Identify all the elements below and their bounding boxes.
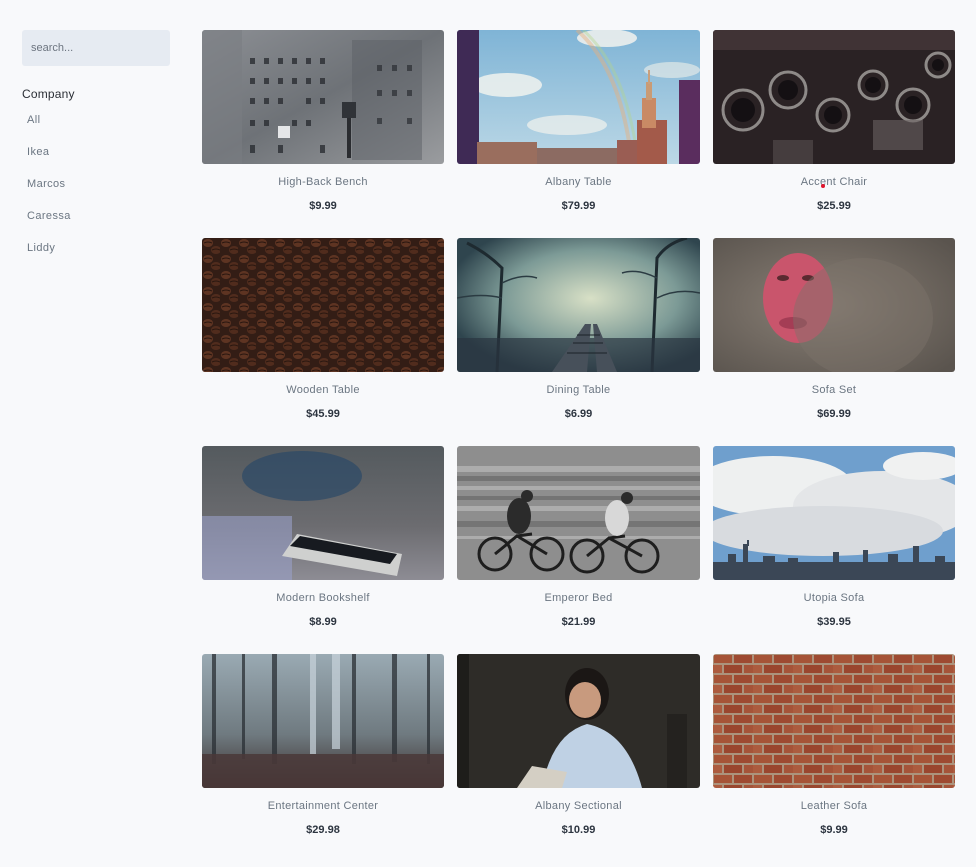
- product-name: Dining Table: [546, 384, 611, 396]
- company-filter-all[interactable]: All: [22, 109, 170, 141]
- product-image[interactable]: [457, 654, 700, 788]
- filters-sidebar: Company All Ikea Marcos Caressa Liddy: [22, 30, 170, 269]
- product-price: $21.99: [561, 616, 596, 628]
- product-name: Entertainment Center: [267, 800, 379, 812]
- company-filter-caressa[interactable]: Caressa: [22, 205, 170, 237]
- product-name: Accent Chair: [800, 176, 868, 188]
- product-price: $39.95: [817, 616, 851, 628]
- product-image[interactable]: [202, 654, 444, 788]
- company-filter-heading: Company: [22, 87, 75, 101]
- product-card[interactable]: Albany Table $79.99: [457, 30, 700, 212]
- product-card[interactable]: Utopia Sofa $39.95: [713, 446, 955, 628]
- product-image[interactable]: [202, 446, 444, 580]
- products-page: Company All Ikea Marcos Caressa Liddy: [0, 0, 976, 867]
- product-card[interactable]: Entertainment Center $29.98: [202, 654, 444, 836]
- product-price: $25.99: [817, 200, 851, 212]
- company-filter-marcos[interactable]: Marcos: [22, 173, 170, 205]
- product-image[interactable]: [713, 30, 955, 164]
- product-card[interactable]: Sofa Set $69.99: [713, 238, 955, 420]
- product-price: $79.99: [561, 200, 596, 212]
- product-image[interactable]: [202, 30, 444, 164]
- product-image[interactable]: [202, 238, 444, 372]
- search-input[interactable]: [22, 30, 170, 66]
- product-price: $9.99: [309, 200, 337, 212]
- product-name: Sofa Set: [811, 384, 857, 396]
- cursor-dot: [821, 184, 825, 188]
- product-card[interactable]: Dining Table $6.99: [457, 238, 700, 420]
- product-image[interactable]: [713, 446, 955, 580]
- product-name: Utopia Sofa: [803, 592, 865, 604]
- product-card[interactable]: Albany Sectional $10.99: [457, 654, 700, 836]
- product-price: $69.99: [817, 408, 851, 420]
- product-name: Albany Sectional: [535, 800, 622, 812]
- company-filter-list: All Ikea Marcos Caressa Liddy: [22, 109, 170, 269]
- product-card[interactable]: Modern Bookshelf $8.99: [202, 446, 444, 628]
- product-price: $8.99: [309, 616, 337, 628]
- product-image[interactable]: [457, 446, 700, 580]
- product-price: $9.99: [820, 824, 848, 836]
- product-card[interactable]: High-Back Bench $9.99: [202, 30, 444, 212]
- product-name: High-Back Bench: [278, 176, 368, 188]
- product-name: Leather Sofa: [800, 800, 868, 812]
- product-card[interactable]: Wooden Table $45.99: [202, 238, 444, 420]
- product-card[interactable]: Accent Chair $25.99: [713, 30, 955, 212]
- product-grid: High-Back Bench $9.99 Albany Table $79.9…: [202, 30, 955, 836]
- product-price: $45.99: [306, 408, 340, 420]
- product-price: $6.99: [564, 408, 593, 420]
- product-price: $29.98: [306, 824, 340, 836]
- product-image[interactable]: [713, 238, 955, 372]
- product-image[interactable]: [457, 30, 700, 164]
- company-filter-ikea[interactable]: Ikea: [22, 141, 170, 173]
- product-price: $10.99: [561, 824, 596, 836]
- product-card[interactable]: Leather Sofa $9.99: [713, 654, 955, 836]
- product-card[interactable]: Emperor Bed $21.99: [457, 446, 700, 628]
- company-filter-liddy[interactable]: Liddy: [22, 237, 170, 269]
- product-image[interactable]: [457, 238, 700, 372]
- product-name: Albany Table: [545, 176, 612, 188]
- product-image[interactable]: [713, 654, 955, 788]
- product-name: Modern Bookshelf: [276, 592, 370, 604]
- product-name: Wooden Table: [286, 384, 360, 396]
- product-name: Emperor Bed: [544, 592, 613, 604]
